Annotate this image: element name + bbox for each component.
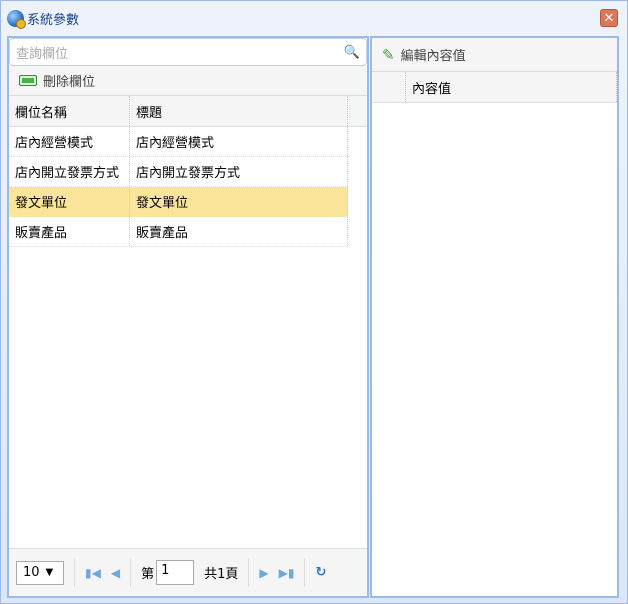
edit-value-label: 編輯內容值 [400,49,466,64]
title-bar: 系統參數 [7,7,79,29]
table-row[interactable]: 販賣產品 販賣產品 [9,217,348,247]
table-row-selected[interactable]: 發文單位 發文單位 [9,187,348,217]
cell-name: 發文單位 [9,187,130,216]
window-title: 系統參數 [27,12,80,28]
separator [304,558,306,587]
close-button[interactable]: ✕ [600,9,618,27]
table-row[interactable]: 店內開立發票方式 店內開立發票方式 [9,157,348,187]
separator [130,558,132,587]
cell-name: 販賣產品 [9,217,130,246]
grid-header: 欄位名稱 標題 [9,96,367,127]
column-header-title[interactable]: 標題 [130,96,348,126]
edit-value-button[interactable]: ✎ 編輯內容值 [382,45,466,65]
search-icon[interactable]: 🔍 [344,45,360,60]
value-grid-header: 內容值 [372,72,617,103]
first-page-icon[interactable]: ▮◀ [85,566,101,580]
search-input[interactable]: 查詢欄位 🔍 [9,38,367,66]
page-size-value: 10 [23,565,40,580]
page-total: 共1頁 [204,567,239,582]
cell-title: 發文單位 [130,187,348,216]
column-header-name[interactable]: 欄位名稱 [9,96,130,126]
page-number-input[interactable]: 1 [156,560,195,585]
pagination-bar: 10 ▼ ▮◀ ◀ 第1 共1頁 ▶ ▶▮ ↻ [9,548,367,596]
separator [74,558,75,587]
separator [248,558,250,587]
last-page-icon[interactable]: ▶▮ [279,566,295,580]
refresh-icon[interactable]: ↻ [315,565,326,580]
cell-title: 販賣產品 [130,217,348,246]
globe-gear-icon [7,9,26,29]
next-page-icon[interactable]: ▶ [259,566,268,580]
page-prefix: 第 [141,567,155,582]
cell-name: 店內開立發票方式 [9,157,130,186]
table-row[interactable]: 店內經營模式 店內經營模式 [9,127,348,157]
search-placeholder: 查詢欄位 [16,46,69,62]
pencil-icon: ✎ [382,45,395,64]
prev-page-icon[interactable]: ◀ [111,566,120,580]
cell-name: 店內經營模式 [9,127,130,156]
remove-icon [19,75,37,86]
chevron-down-icon: ▼ [45,567,54,578]
column-header-value[interactable]: 內容值 [406,72,617,102]
cell-title: 店內開立發票方式 [130,157,348,186]
cell-title: 店內經營模式 [130,127,348,156]
column-header-filler [348,96,367,126]
field-panel: 查詢欄位 🔍 刪除欄位 欄位名稱 標題 店內經營模式 店內經營模式 店內開立發票方式… [7,36,369,598]
delete-field-label: 刪除欄位 [43,75,96,90]
row-number-header [372,72,406,102]
value-panel: ✎ 編輯內容值 內容值 [370,36,619,598]
delete-field-button[interactable]: 刪除欄位 [19,71,95,90]
dialog-window: 系統參數 ✕ 查詢欄位 🔍 刪除欄位 欄位名稱 標題 店內經營模式 店內經營模式 店… [0,0,628,604]
page-size-select[interactable]: 10 ▼ [16,560,64,585]
